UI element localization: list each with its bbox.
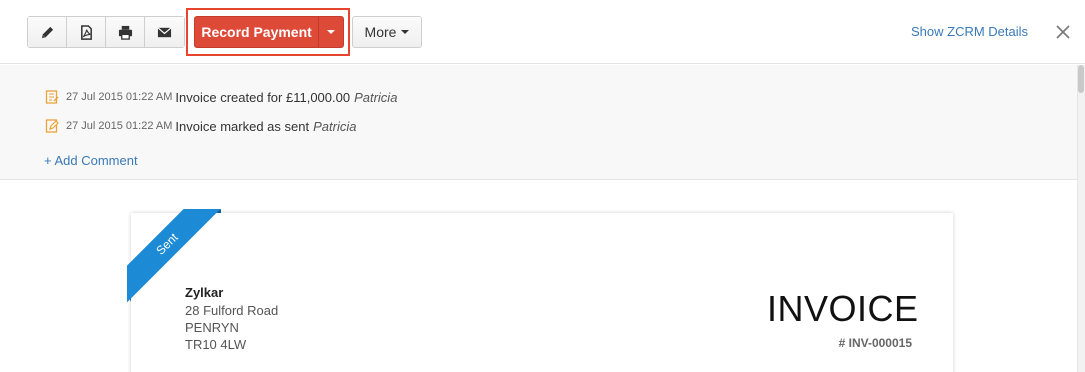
- email-icon: [157, 26, 172, 37]
- more-button[interactable]: More: [352, 16, 422, 48]
- chevron-down-icon: [401, 30, 410, 34]
- history-time: 27 Jul 2015 01:22 AM: [66, 120, 173, 132]
- edit-icon: [41, 26, 53, 38]
- pdf-icon: [80, 24, 92, 40]
- history-user: Patricia: [313, 118, 357, 134]
- history-text: Invoice marked as sent: [175, 118, 310, 134]
- record-payment-button[interactable]: Record Payment: [194, 16, 344, 48]
- history-text: Invoice created for £11,000.00: [175, 89, 351, 105]
- invoice-number: # INV-000015: [838, 336, 912, 350]
- invoice-title: INVOICE: [767, 288, 919, 329]
- toolbar: Record Payment More Show ZCRM Details: [0, 0, 1085, 64]
- status-ribbon-label: Sent: [153, 230, 181, 258]
- history-time: 27 Jul 2015 01:22 AM: [66, 91, 173, 103]
- organization-name: Zylkar: [185, 285, 224, 300]
- history-user: Patricia: [354, 89, 398, 105]
- print-icon: [118, 25, 132, 40]
- print-button[interactable]: [106, 17, 145, 47]
- edit-history-icon: [45, 119, 59, 133]
- address-line: 28 Fulford Road: [185, 303, 279, 318]
- chevron-down-icon: [327, 30, 336, 34]
- record-payment-dropdown[interactable]: [318, 17, 343, 47]
- edit-button[interactable]: [28, 17, 67, 47]
- history-item: 27 Jul 2015 01:22 AM Invoice created for…: [45, 89, 397, 105]
- record-payment-label[interactable]: Record Payment: [195, 17, 318, 47]
- add-comment-link[interactable]: + Add Comment: [44, 153, 138, 168]
- email-button[interactable]: [145, 17, 184, 47]
- scrollbar[interactable]: [1077, 65, 1085, 372]
- show-zcrm-details-link[interactable]: Show ZCRM Details: [911, 24, 1028, 39]
- close-icon: [1056, 25, 1070, 39]
- address-line: TR10 4LW: [185, 337, 247, 352]
- history-item: 27 Jul 2015 01:22 AM Invoice marked as s…: [45, 118, 356, 134]
- activity-panel: 27 Jul 2015 01:22 AM Invoice created for…: [0, 65, 1085, 180]
- more-label: More: [364, 24, 397, 40]
- scrollbar-thumb[interactable]: [1078, 65, 1084, 93]
- pdf-button[interactable]: [67, 17, 106, 47]
- address-line: PENRYN: [185, 320, 239, 335]
- document-history-icon: [45, 90, 59, 104]
- close-button[interactable]: [1055, 24, 1071, 40]
- action-icon-group: [27, 16, 185, 48]
